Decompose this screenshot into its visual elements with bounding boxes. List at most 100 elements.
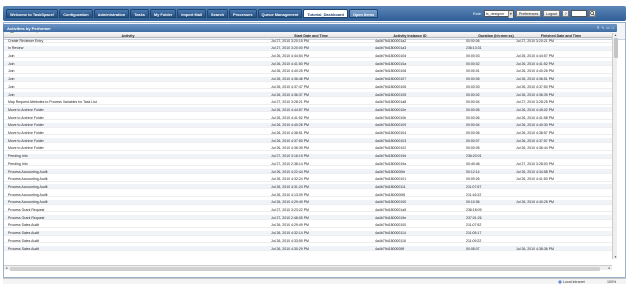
tab-5[interactable]: Import Mail — [177, 9, 207, 18]
table-row[interactable]: Map Request Attributes to Process Variab… — [4, 100, 614, 105]
search-icon — [590, 11, 595, 16]
table-row[interactable]: Join Jul 26, 2010 4:40:25 PM 4a4b79d180000… — [4, 69, 614, 74]
tab-1[interactable]: Configuration — [59, 9, 93, 18]
horizontal-scroll-thumb[interactable] — [10, 266, 600, 271]
scroll-left-icon[interactable]: ◄ — [4, 266, 9, 271]
maximize-icon[interactable]: □ — [612, 26, 614, 31]
activity-cell: Move to Archive Folder — [8, 115, 44, 120]
finished-cell: Jul 26, 2010 4:37:57 PM — [516, 138, 554, 143]
duration-cell: 236:13:31 — [466, 46, 482, 51]
table-row[interactable]: Pending Info Jul 27, 2010 3:16:19 PM 4a4b7… — [4, 153, 614, 159]
start-cell: Jul 26, 2010 4:22:44 PM — [271, 169, 309, 174]
table-row[interactable]: Process Sales Audit Jul 26, 2010 4:29:49 … — [4, 223, 614, 228]
start-cell: Jul 26, 2010 4:40:25 PM — [271, 69, 309, 74]
table-row[interactable]: Join Jul 26, 2010 4:44:54 PM 4a4b79d180000… — [4, 53, 614, 59]
logout-button[interactable]: Logout — [543, 10, 561, 17]
filter-icon[interactable]: ⊽ — [597, 26, 600, 31]
preferences-button[interactable]: Preferences — [515, 10, 542, 17]
role-select[interactable]: ts_designer ▼ — [483, 10, 514, 18]
tab-9[interactable]: Tutorial_Dashboard — [303, 9, 348, 18]
horizontal-scrollbar[interactable]: ◄ ► — [4, 265, 612, 271]
activity-cell: Pending Info — [8, 161, 28, 166]
help-button[interactable]: ? — [562, 10, 570, 17]
role-value: ts_designer — [485, 12, 505, 16]
table-row[interactable]: Move to Archive Folder Jul 26, 2010 4:36:… — [4, 146, 614, 151]
search-button[interactable] — [589, 10, 597, 17]
scroll-down-icon[interactable]: ▼ — [613, 255, 618, 259]
finished-cell: Jul 26, 2010 4:38:57 PM — [516, 131, 554, 136]
role-controls: Role: ts_designer ▼ Preferences Logout ? — [473, 9, 597, 18]
table-row[interactable]: Process Accounting Audit Jul 26, 2010 4:2… — [4, 168, 614, 174]
tab-7[interactable]: Processes — [229, 9, 257, 18]
tab-8[interactable]: Queue Management — [257, 9, 303, 18]
panel-title: Activities by Performer — [7, 25, 51, 31]
finished-cell: Jul 26, 2010 4:40:26 PM — [516, 69, 554, 74]
finished-cell: Jul 26, 2010 4:45:02 PM — [516, 107, 554, 112]
instance-id-cell: 4a4b79d1800001a3 — [375, 46, 407, 51]
table-row[interactable]: Process Accounting Audit Jul 26, 2010 4:1… — [4, 192, 614, 197]
table-row[interactable]: Process Sales Audit Jul 26, 2010 4:32:14 … — [4, 230, 614, 236]
table-row[interactable]: Process Sales Audit Jul 26, 2010 4:30:29 … — [4, 245, 614, 251]
activity-cell: Join — [8, 92, 15, 97]
start-cell: Jul 26, 2010 4:29:49 PM — [271, 223, 309, 228]
zoom-level[interactable]: 100% — [607, 280, 616, 284]
start-cell: Jul 26, 2010 4:29:49 PM — [271, 200, 309, 205]
tab-2[interactable]: Administration — [93, 9, 130, 18]
vertical-scrollbar[interactable]: ▲ ▼ — [612, 33, 618, 259]
instance-id-cell: 4a4b79d1800001a2 — [375, 38, 407, 43]
table-row[interactable]: Move to Archive Folder Jul 26, 2010 4:40:… — [4, 122, 614, 128]
activity-cell: Process Grant Request — [8, 208, 45, 213]
globe-icon — [558, 279, 562, 284]
tab-10[interactable]: Open Items — [348, 9, 379, 18]
activity-cell: Join — [8, 84, 15, 89]
table-row[interactable]: Process Grant Request Jul 27, 2010 3:23:2… — [4, 207, 614, 213]
finished-cell: Jul 27, 2010 3:28:00 PM — [516, 161, 554, 166]
search-input[interactable] — [571, 10, 588, 17]
table-row[interactable]: Move to Archive Folder Jul 26, 2010 4:37:… — [4, 138, 614, 144]
tab-6[interactable]: Search — [207, 9, 229, 18]
activity-cell: Process Accounting Audit — [8, 177, 48, 182]
start-cell: Jul 26, 2010 4:32:14 PM — [271, 231, 309, 236]
start-cell: Jul 26, 2010 4:30:29 PM — [271, 246, 309, 251]
instance-id-cell: 4a4b79d180000101 — [375, 177, 407, 182]
table-row[interactable]: Move to Archive Folder Jul 26, 2010 4:44:… — [4, 107, 614, 113]
finished-cell: Jul 27, 2010 3:20:21 PM — [516, 38, 554, 43]
table-row[interactable]: Process Grant Request Jul 27, 2010 2:48:0… — [4, 215, 614, 221]
table-row[interactable]: Join Jul 26, 2010 4:36:46 PM 4a4b79d180000… — [4, 76, 614, 82]
column-header-start[interactable]: Start Date and Time — [271, 34, 351, 38]
finished-cell: Jul 27, 2010 3:28:25 PM — [516, 100, 554, 105]
column-header-activity[interactable]: Activity — [8, 34, 248, 38]
table-row[interactable]: Process Accounting Audit Jul 26, 2010 4:2… — [4, 199, 614, 205]
tab-0[interactable]: Welcome to TaskSpace! — [6, 9, 59, 18]
scroll-up-icon[interactable]: ▲ — [613, 33, 618, 37]
tab-4[interactable]: My Folder — [149, 9, 177, 18]
instance-id-cell: 4a4b79d18000019d — [375, 154, 407, 159]
column-header-finished[interactable]: Finished Date and Time — [516, 34, 606, 38]
duration-cell: 236:18:09 — [466, 208, 482, 213]
table-row[interactable]: Create Reviewer Entry Jul 27, 2010 3:20:1… — [4, 38, 614, 43]
table-row[interactable]: Process Accounting Audit Jul 26, 2010 4:3… — [4, 184, 614, 190]
table-row[interactable]: Join Jul 26, 2010 4:36:37 PM 4a4b79d180000… — [4, 91, 614, 97]
table-row[interactable]: Process Sales Audit Jul 26, 2010 4:33:59 … — [4, 238, 614, 244]
instance-id-cell: 4a4b79d180000107 — [375, 77, 407, 82]
tab-3[interactable]: Tasks — [130, 9, 149, 18]
table-row[interactable]: In Review Jul 27, 2010 3:20:00 PM 4a4b79d1… — [4, 45, 614, 51]
settings-icon[interactable]: ✎ — [601, 26, 604, 31]
table-row[interactable]: Pending Info Jul 27, 2010 2:38:14 PM 4a4b7… — [4, 161, 614, 167]
table-row[interactable]: Move to Archive Folder Jul 26, 2010 4:38:… — [4, 130, 614, 136]
start-cell: Jul 27, 2010 3:16:19 PM — [271, 154, 309, 159]
table-row[interactable]: Join Jul 26, 2010 4:41:50 PM 4a4b79d180000… — [4, 61, 614, 67]
minimize-icon[interactable]: ▭ — [606, 26, 609, 31]
start-cell: Jul 27, 2010 3:20:00 PM — [271, 46, 309, 51]
activities-table: Activity Start Date and Time Activity In… — [4, 33, 614, 254]
start-cell: Jul 26, 2010 4:41:50 PM — [271, 61, 309, 66]
column-header-instance-id[interactable]: Activity Instance ID — [375, 34, 445, 38]
scroll-right-icon[interactable]: ► — [607, 266, 612, 271]
table-row[interactable]: Join Jul 26, 2010 4:37:47 PM 4a4b79d180000… — [4, 84, 614, 90]
start-cell: Jul 26, 2010 4:38:51 PM — [271, 131, 309, 136]
table-row[interactable]: Process Accounting Audit Jul 26, 2010 4:3… — [4, 177, 614, 182]
table-row[interactable]: Move to Archive Folder Jul 26, 2010 4:41:… — [4, 115, 614, 120]
instance-id-cell: 4a4b79d180000116 — [375, 238, 406, 243]
vertical-scroll-thumb[interactable] — [613, 38, 618, 58]
instance-id-cell: 4a4b79d18000010b — [375, 115, 407, 120]
